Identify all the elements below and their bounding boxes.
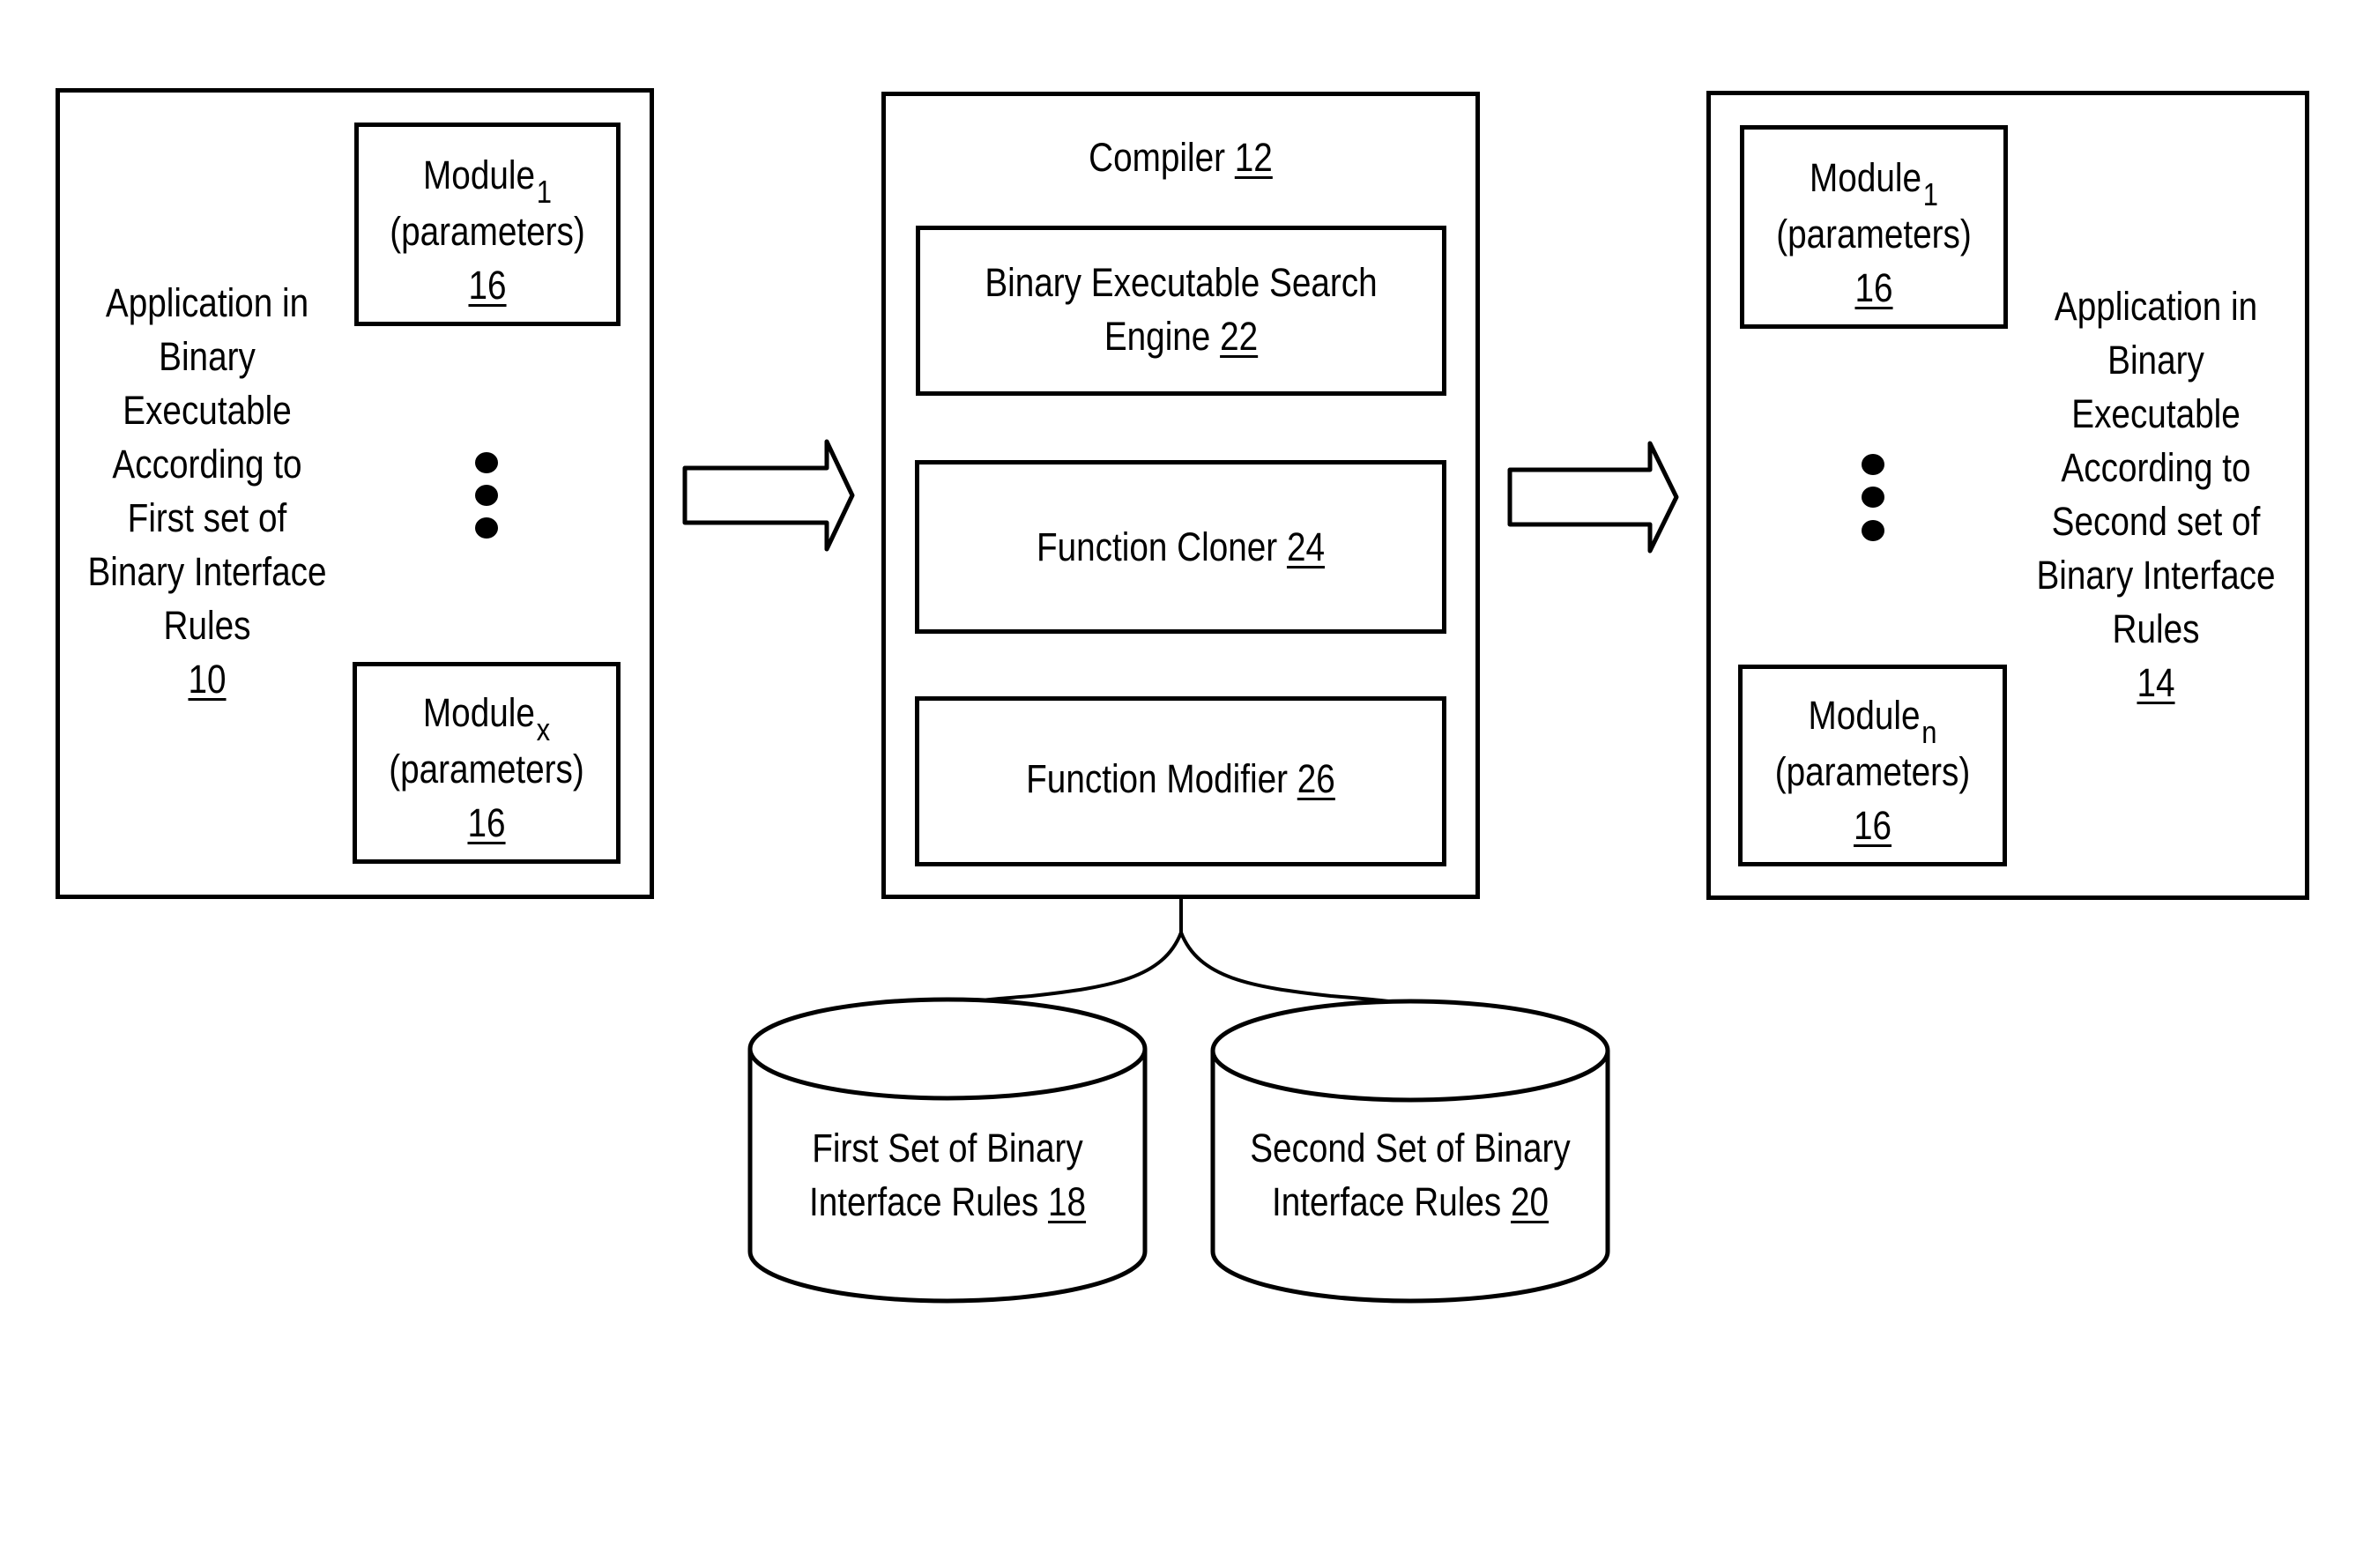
label-line: First set of [127,495,287,540]
binary-executable-search-engine-label: Binary Executable Search Engine 22 [953,256,1409,363]
reference-number: 22 [1220,314,1259,359]
reference-number: 16 [467,800,506,845]
reference-number: 10 [188,657,227,702]
module-params: (parameters) [389,747,584,791]
label-line: Binary Interface [2036,553,2276,598]
module-params: (parameters) [1776,212,1972,256]
arrow-left-to-compiler [682,439,855,552]
label-line: Engine [1104,314,1211,359]
label-line: Function Cloner [1036,524,1278,569]
ellipsis-dot-icon [1862,454,1884,475]
label-line: Binary [159,334,256,379]
left-module-1-label: Module1 (parameters) 16 [373,148,602,312]
module-name: Module [1810,155,1921,200]
first-rules-database-label: First Set of Binary Interface Rules 18 [777,1121,1117,1229]
reference-number: 24 [1286,524,1326,569]
label-line: Second Set of Binary [1250,1126,1571,1170]
reference-number: 16 [1853,803,1892,848]
module-subscript: x [536,711,551,747]
right-application-label: Application in Binary Executable Accordi… [2034,279,2278,710]
module-name: Module [422,690,535,735]
ellipsis-dot-icon [475,452,498,473]
ellipsis-dot-icon [1862,487,1884,508]
label-line: First Set of Binary [812,1126,1083,1170]
label-line: Interface Rules [808,1179,1039,1224]
reference-number: 20 [1510,1179,1550,1224]
label-line: According to [2061,445,2251,490]
reference-number: 18 [1047,1179,1087,1224]
second-rules-database-label: Second Set of Binary Interface Rules 20 [1240,1121,1579,1229]
module-params: (parameters) [390,209,585,254]
reference-number: 16 [468,263,507,308]
reference-number: 14 [2137,660,2175,705]
compiler-title-text: Compiler [1089,135,1226,180]
module-subscript: 1 [536,174,552,210]
label-line: Interface Rules [1271,1179,1502,1224]
label-line: Executable [123,388,292,433]
reference-number: 26 [1297,756,1335,801]
module-name: Module [1808,693,1921,738]
label-line: Executable [2071,391,2241,436]
ellipsis-dot-icon [1862,520,1884,541]
arrow-compiler-to-right [1507,441,1679,554]
ellipsis-dot-icon [475,517,498,539]
label-line: Second set of [2051,499,2261,544]
right-module-1-label: Module1 (parameters) 16 [1758,151,1988,315]
label-line: Rules [2112,606,2200,651]
label-line: Application in [2054,284,2258,329]
function-modifier-label: Function Modifier 26 [952,752,1409,806]
label-line: Application in [105,280,309,325]
left-module-x-label: Modulex (parameters) 16 [371,686,601,850]
left-application-label: Application in Binary Executable Accordi… [82,276,332,706]
compiler-title: Compiler 12 [924,130,1438,184]
label-line: Function Modifier [1026,756,1289,801]
module-subscript: 1 [1922,176,1938,212]
connector-to-second-rules [1179,932,1416,1008]
label-line: Binary [2107,338,2204,383]
right-module-n-label: Modulen (parameters) 16 [1757,688,1988,852]
reference-number: 12 [1234,135,1273,180]
label-line: According to [112,442,302,487]
label-line: Binary Interface [87,549,327,594]
reference-number: 16 [1854,265,1893,310]
function-cloner-label: Function Cloner 24 [952,520,1409,574]
connector-to-first-rules [949,932,1183,1008]
module-name: Module [423,152,535,197]
ellipsis-dot-icon [475,485,498,506]
label-line: Rules [163,603,251,648]
module-params: (parameters) [1774,749,1971,794]
label-line: Binary Executable Search [985,260,1378,305]
module-subscript: n [1921,714,1937,750]
